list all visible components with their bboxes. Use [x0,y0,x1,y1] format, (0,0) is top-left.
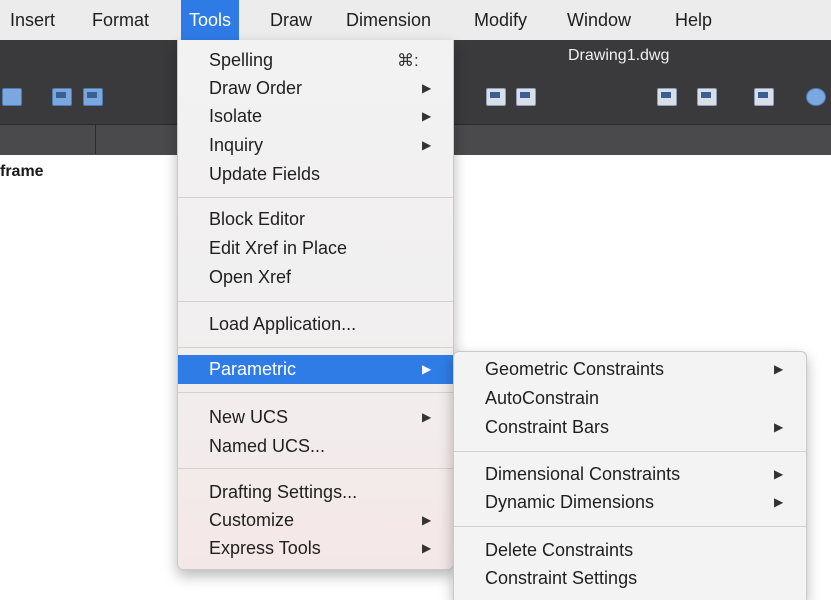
menu-item-label: Isolate [209,106,263,126]
menu-item-label: Express Tools [209,538,321,558]
document-title: Drawing1.dwg [568,47,670,64]
submenu-item-label: Constraint Settings [485,568,638,588]
menu-item-label: Parametric [209,359,297,379]
submenu-item-dynamic-dimensions[interactable]: Dynamic Dimensions ▶ [454,488,806,517]
chevron-right-icon: ▶ [774,420,784,434]
menu-item-parametric[interactable]: Parametric ▶ [178,355,453,384]
submenu-item-geometric-constraints[interactable]: Geometric Constraints ▶ [454,355,806,384]
shortcut-label: ⌘: [397,51,419,70]
parametric-submenu: Geometric Constraints ▶ AutoConstrain Co… [453,351,807,600]
tab-divider [95,124,96,154]
chevron-right-icon: ▶ [774,362,784,376]
menu-item-inquiry[interactable]: Inquiry ▶ [178,131,453,160]
menu-item-label: Spelling [209,50,274,70]
layout-alt-icon[interactable] [516,88,536,106]
submenu-item-constraint-bars[interactable]: Constraint Bars ▶ [454,413,806,442]
chevron-right-icon: ▶ [774,495,784,509]
submenu-item-delete-constraints[interactable]: Delete Constraints [454,536,806,565]
submenu-item-label: AutoConstrain [485,388,600,408]
menu-item-drafting-settings[interactable]: Drafting Settings... [178,478,453,507]
menu-item-label: Open Xref [209,267,292,287]
menu-tools[interactable]: Tools [181,0,240,40]
menu-separator [454,526,806,527]
globe-icon[interactable] [806,88,826,106]
import-icon[interactable] [657,88,677,106]
submenu-item-label: Delete Constraints [485,540,634,560]
export-icon[interactable] [697,88,717,106]
menu-item-label: Named UCS... [209,436,326,456]
plot-icon[interactable] [754,88,774,106]
menu-dimension[interactable]: Dimension [338,0,439,40]
menu-item-label: Edit Xref in Place [209,238,348,258]
menu-modify[interactable]: Modify [466,0,535,40]
menu-item-label: Update Fields [209,164,321,184]
menu-insert[interactable]: Insert [2,0,63,40]
menu-item-update-fields[interactable]: Update Fields [178,160,453,189]
menu-item-load-application[interactable]: Load Application... [178,310,453,339]
chevron-right-icon: ▶ [422,513,432,527]
chevron-right-icon: ▶ [422,138,432,152]
save-icon[interactable] [52,88,72,106]
menu-separator [178,197,453,198]
chevron-right-icon: ▶ [422,109,432,123]
menu-item-isolate[interactable]: Isolate ▶ [178,102,453,131]
menu-separator [178,301,453,302]
save-as-icon[interactable] [83,88,103,106]
chevron-right-icon: ▶ [422,541,432,555]
menu-separator [178,347,453,348]
chevron-right-icon: ▶ [422,362,432,376]
menu-item-block-editor[interactable]: Block Editor [178,205,453,234]
submenu-item-autoconstrain[interactable]: AutoConstrain [454,384,806,413]
menu-separator [454,451,806,452]
submenu-item-label: Dimensional Constraints [485,464,681,484]
menu-item-new-ucs[interactable]: New UCS ▶ [178,403,453,432]
menu-item-open-xref[interactable]: Open Xref [178,263,453,292]
submenu-item-dimensional-constraints[interactable]: Dimensional Constraints ▶ [454,460,806,489]
menu-separator [178,392,453,393]
submenu-item-label: Constraint Bars [485,417,610,437]
redo-icon[interactable] [2,88,22,106]
menu-item-spelling[interactable]: Spelling ⌘: [178,46,453,75]
menu-format[interactable]: Format [84,0,157,40]
menu-bar: Insert Format Tools Draw Dimension Modif… [0,0,831,41]
chevron-right-icon: ▶ [774,467,784,481]
menu-window[interactable]: Window [559,0,639,40]
menu-help[interactable]: Help [667,0,720,40]
menu-item-express-tools[interactable]: Express Tools ▶ [178,534,453,563]
menu-item-label: Customize [209,510,295,530]
menu-item-label: Load Application... [209,314,357,334]
chevron-right-icon: ▶ [422,410,432,424]
menu-item-label: New UCS [209,407,289,427]
menu-item-draw-order[interactable]: Draw Order ▶ [178,74,453,103]
chevron-right-icon: ▶ [422,81,432,95]
menu-item-label: Drafting Settings... [209,482,358,502]
menu-item-label: Inquiry [209,135,264,155]
submenu-item-label: Dynamic Dimensions [485,492,655,512]
menu-item-edit-xref-in-place[interactable]: Edit Xref in Place [178,234,453,263]
panel-label: frame [0,163,44,180]
menu-item-label: Draw Order [209,78,303,98]
menu-item-label: Block Editor [209,209,306,229]
layout-icon[interactable] [486,88,506,106]
menu-item-customize[interactable]: Customize ▶ [178,506,453,535]
tools-menu: Spelling ⌘: Draw Order ▶ Isolate ▶ Inqui… [177,40,454,570]
menu-separator [178,468,453,469]
submenu-item-constraint-settings[interactable]: Constraint Settings [454,564,806,593]
menu-draw[interactable]: Draw [262,0,320,40]
menu-item-named-ucs[interactable]: Named UCS... [178,432,453,461]
submenu-item-label: Geometric Constraints [485,359,665,379]
